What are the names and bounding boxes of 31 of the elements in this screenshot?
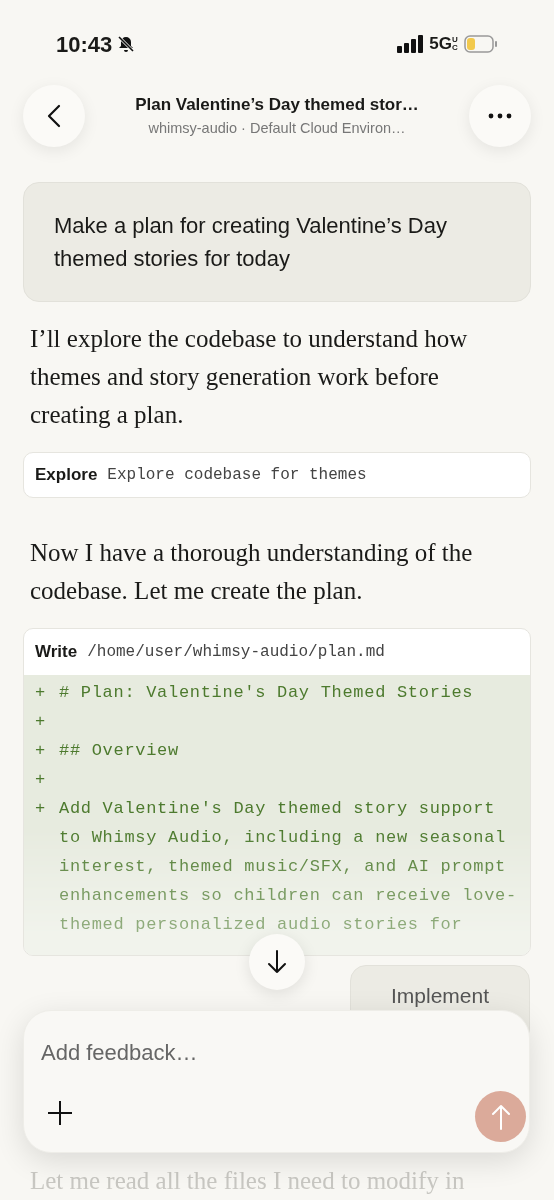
diff-sign: + (35, 798, 47, 820)
diff-sign: + (35, 682, 47, 704)
arrow-up-icon (490, 1102, 511, 1131)
diff-line: ## Overview (59, 740, 179, 762)
arrow-down-icon (267, 949, 287, 975)
back-icon (47, 104, 61, 128)
assistant-message: I’ll explore the codebase to understand how themes and story generation work before creating a plan. (29, 324, 469, 430)
diff-sign: + (35, 740, 47, 762)
assistant-message: Now I have a thorough understanding of the codebase. Let me create the plan. (29, 538, 474, 606)
battery-icon (464, 35, 498, 53)
plus-icon (46, 1099, 74, 1127)
file-path: /home/user/whimsy-audio/plan.md (87, 642, 385, 663)
send-button[interactable] (475, 1091, 526, 1142)
tool-call-card[interactable]: Explore Explore codebase for themes (23, 452, 531, 498)
status-time: 10:43 (56, 30, 113, 59)
more-icon (488, 113, 512, 119)
conversation-subtitle: whimsy-audio · Default Cloud Environ… (148, 118, 406, 138)
bell-muted-icon (116, 34, 137, 54)
conversation-title: Plan Valentine’s Day themed stor… (135, 94, 419, 117)
user-message: Make a plan for creating Valentine’s Day themed stories for today (23, 182, 531, 302)
diff-sign: + (35, 711, 47, 733)
tool-name: Write (35, 641, 78, 664)
signal-icon (397, 35, 424, 53)
tool-detail: Explore codebase for themes (107, 465, 367, 486)
network-type-label: UC (452, 36, 458, 52)
tool-name: Explore (35, 464, 98, 487)
diff-sign: + (35, 769, 47, 791)
diff-line: Add Valentine's Day themed story support to Whimsy Audio, including a new seasonal interest, themed music/SFX, and AI prompt enhancements so children can receive love-themed personalized audio stories for (59, 798, 518, 936)
diff-line: # Plan: Valentine's Day Themed Stories (59, 682, 474, 704)
network-label: 5G (429, 33, 452, 56)
feedback-field[interactable]: Add feedback… (23, 1010, 530, 1153)
